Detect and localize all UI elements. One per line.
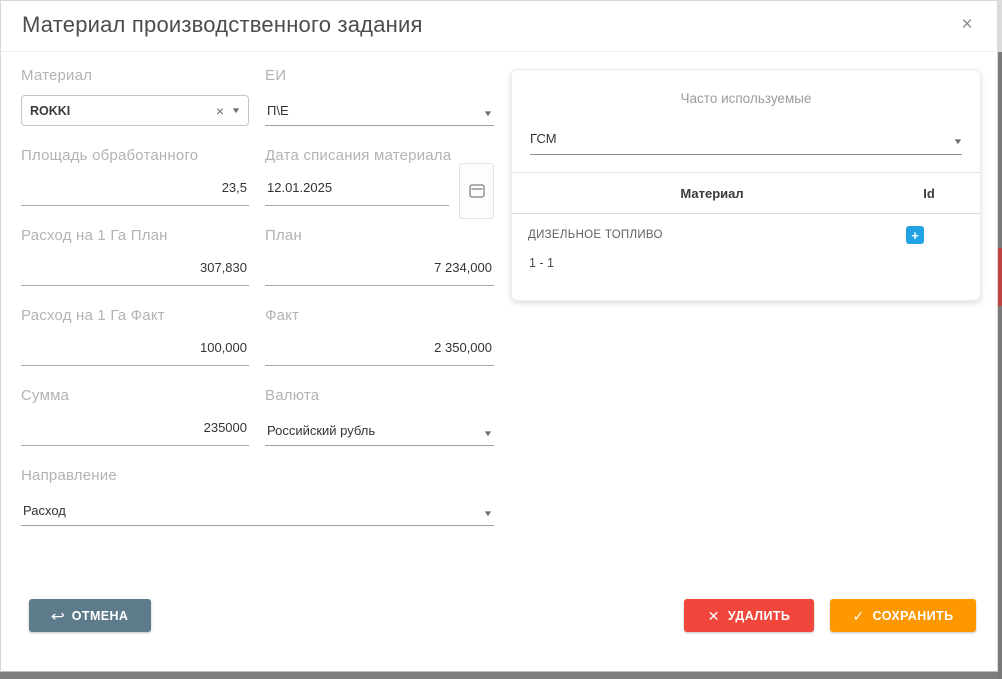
- add-material-button[interactable]: +: [906, 226, 924, 244]
- material-cell: ДИЗЕЛЬНОЕ ТОПЛИВО: [528, 229, 898, 241]
- background-edge-red-accent: [998, 248, 1002, 306]
- table-row: ДИЗЕЛЬНОЕ ТОПЛИВО +: [512, 214, 980, 250]
- chevron-down-icon[interactable]: ▼: [231, 107, 242, 115]
- material-form: Материал ROKKI × ▼ ЕИ П\Е ▼: [21, 67, 494, 547]
- field-plan: План: [265, 227, 494, 286]
- direction-label: Направление: [21, 467, 494, 487]
- background-edge-light: [998, 0, 1002, 52]
- delete-label: УДАЛИТЬ: [728, 609, 790, 623]
- chevron-down-icon: ▼: [953, 138, 964, 146]
- unit-label: ЕИ: [265, 67, 494, 87]
- area-label: Площадь обработанного: [21, 147, 249, 167]
- date-input[interactable]: [265, 175, 449, 206]
- calendar-icon: [469, 185, 484, 198]
- sum-label: Сумма: [21, 387, 249, 407]
- chevron-down-icon: ▼: [483, 110, 494, 118]
- rate-plan-input[interactable]: [21, 255, 249, 286]
- clear-icon[interactable]: ×: [216, 104, 224, 118]
- dialog-title: Материал производственного задания: [22, 12, 423, 38]
- dialog-footer: ↩ ОТМЕНА ✕ УДАЛИТЬ ✓ СОХРАНИТЬ: [1, 599, 997, 632]
- field-rate-fact: Расход на 1 Га Факт: [21, 307, 249, 366]
- pagination-label: 1 - 1: [512, 250, 980, 270]
- chevron-down-icon: ▼: [483, 430, 494, 438]
- field-direction: Направление Расход ▼: [21, 467, 494, 526]
- cancel-label: ОТМЕНА: [72, 609, 129, 623]
- calendar-button[interactable]: [459, 163, 494, 219]
- chevron-down-icon: ▼: [483, 510, 494, 518]
- currency-select[interactable]: Российский рубль ▼: [265, 415, 494, 446]
- direction-select[interactable]: Расход ▼: [21, 495, 494, 526]
- field-writeoff-date: Дата списания материала: [265, 147, 494, 206]
- plan-input[interactable]: [265, 255, 494, 286]
- rate-plan-label: Расход на 1 Га План: [21, 227, 249, 247]
- field-rate-plan: Расход на 1 Га План: [21, 227, 249, 286]
- field-material: Материал ROKKI × ▼: [21, 67, 249, 126]
- field-currency: Валюта Российский рубль ▼: [265, 387, 494, 446]
- category-value: ГСМ: [530, 131, 954, 146]
- fact-input[interactable]: [265, 335, 494, 366]
- material-task-dialog: Материал производственного задания × Мат…: [0, 0, 998, 672]
- material-label: Материал: [21, 67, 249, 87]
- currency-value: Российский рубль: [267, 423, 484, 438]
- material-combobox[interactable]: ROKKI × ▼: [21, 95, 249, 126]
- undo-icon: ↩: [50, 609, 65, 623]
- cancel-button[interactable]: ↩ ОТМЕНА: [29, 599, 151, 632]
- unit-select[interactable]: П\Е ▼: [265, 95, 494, 126]
- currency-label: Валюта: [265, 387, 494, 407]
- unit-value: П\Е: [267, 103, 484, 118]
- fact-label: Факт: [265, 307, 494, 327]
- frequently-used-panel: Часто используемые ГСМ ▼ Материал Id ДИЗ…: [511, 69, 981, 301]
- plus-icon: +: [911, 228, 919, 243]
- direction-value: Расход: [23, 503, 484, 518]
- table-header-row: Материал Id: [512, 173, 980, 214]
- field-unit: ЕИ П\Е ▼: [265, 67, 494, 126]
- column-header-material: Материал: [526, 186, 898, 201]
- field-area: Площадь обработанного: [21, 147, 249, 206]
- save-button[interactable]: ✓ СОХРАНИТЬ: [830, 599, 976, 632]
- field-sum: Сумма: [21, 387, 249, 446]
- x-icon: ✕: [708, 609, 720, 623]
- check-icon: ✓: [853, 609, 865, 623]
- frequently-used-table: Материал Id ДИЗЕЛЬНОЕ ТОПЛИВО + 1 - 1: [512, 172, 980, 270]
- background-page-edge: [998, 0, 1002, 679]
- column-header-id: Id: [898, 186, 960, 201]
- sum-input[interactable]: [21, 415, 249, 446]
- frequently-used-title: Часто используемые: [512, 91, 980, 106]
- rate-fact-label: Расход на 1 Га Факт: [21, 307, 249, 327]
- delete-button[interactable]: ✕ УДАЛИТЬ: [684, 599, 814, 632]
- close-icon[interactable]: ×: [955, 13, 979, 37]
- rate-fact-input[interactable]: [21, 335, 249, 366]
- save-label: СОХРАНИТЬ: [873, 609, 954, 623]
- field-fact: Факт: [265, 307, 494, 366]
- area-input[interactable]: [21, 175, 249, 206]
- material-value: ROKKI: [30, 104, 216, 118]
- plan-label: План: [265, 227, 494, 247]
- dialog-header: Материал производственного задания ×: [1, 1, 997, 52]
- category-select[interactable]: ГСМ ▼: [530, 129, 962, 155]
- screen-background: Материал производственного задания × Мат…: [0, 0, 1002, 679]
